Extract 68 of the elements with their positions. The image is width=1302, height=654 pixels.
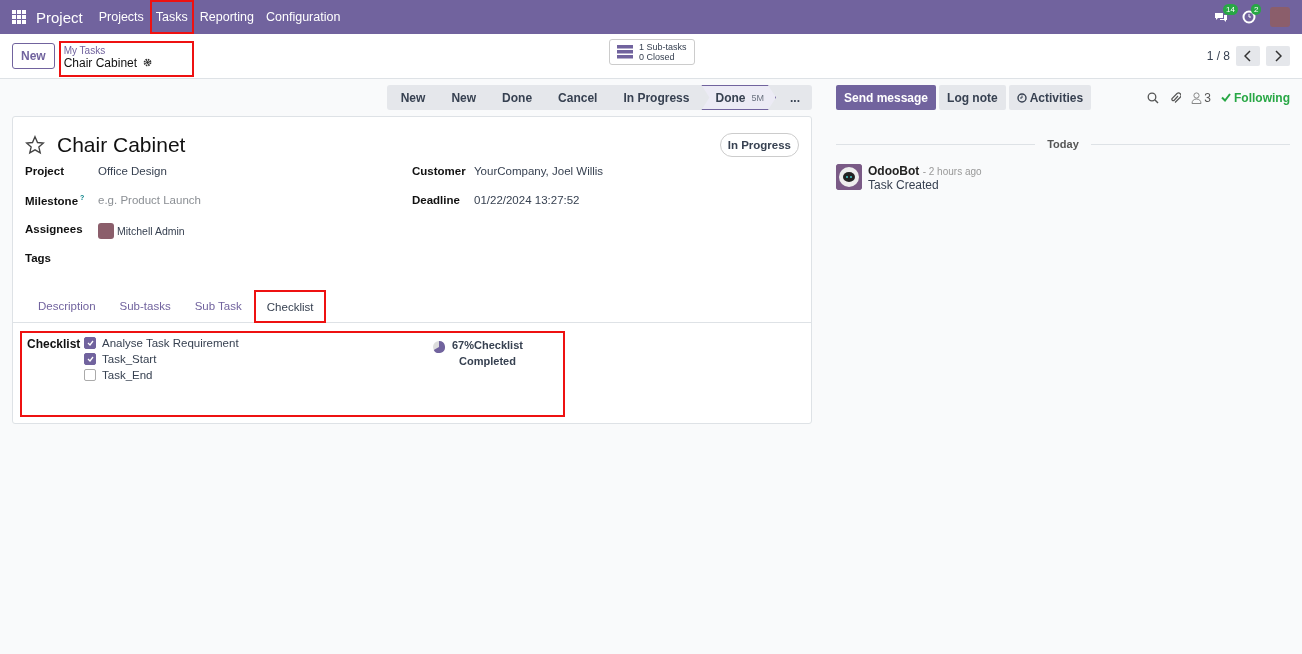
more-stages-button[interactable]: ...: [776, 85, 812, 110]
stage-button[interactable]: New: [386, 85, 438, 110]
stage-button[interactable]: Done: [488, 85, 545, 110]
state-button[interactable]: In Progress: [719, 133, 799, 157]
stage-button[interactable]: New: [437, 85, 489, 110]
checklist-item-label[interactable]: Analyse Task Requirement: [102, 337, 239, 349]
field-value[interactable]: Office Design: [98, 165, 167, 177]
chevron-left-icon: [1244, 50, 1252, 62]
field-label: Assignees: [25, 223, 84, 235]
field-value[interactable]: 01/22/2024 13:27:52: [474, 194, 580, 206]
tab[interactable]: Sub-tasks: [107, 290, 183, 322]
date-separator: Today: [1047, 138, 1079, 150]
next-button[interactable]: [1266, 46, 1290, 66]
count-badge: 2: [1251, 4, 1262, 15]
paperclip-icon[interactable]: [1169, 91, 1182, 104]
progress-pie: [432, 340, 446, 354]
task-title[interactable]: Chair Cabinet: [57, 133, 186, 157]
checklist-item-label[interactable]: Task_End: [102, 369, 153, 381]
message-time: - 2 hours ago: [922, 166, 982, 177]
menu-item[interactable]: Projects: [92, 0, 150, 34]
menu-item[interactable]: Tasks: [149, 0, 194, 34]
star-icon[interactable]: [25, 135, 45, 155]
user-avatar: [98, 223, 114, 239]
apps-menu-icon[interactable]: [12, 10, 26, 24]
new-button[interactable]: New: [12, 43, 55, 69]
followers-button[interactable]: 3: [1191, 90, 1211, 105]
stage-button[interactable]: Done 5M: [701, 85, 776, 110]
menu-item[interactable]: Reporting: [193, 0, 260, 34]
record-title: Chair Cabinet: [63, 55, 138, 70]
stage-button[interactable]: In Progress: [609, 85, 702, 110]
robot-avatar: [836, 164, 862, 190]
chevron-right-icon: [1274, 50, 1282, 62]
message-author[interactable]: OdooBot: [868, 164, 920, 178]
field-label: Project: [25, 165, 65, 177]
field-label: Tags: [25, 252, 52, 264]
field-value[interactable]: YourCompany, Joel Willis: [474, 165, 604, 177]
message-body: Task Created: [868, 178, 940, 192]
field-value[interactable]: Mitchell Admin: [117, 225, 185, 237]
field-label: Customer: [412, 165, 467, 177]
pager-value: 1 / 8: [1206, 49, 1230, 63]
checklist-item-label[interactable]: Task_Start: [102, 353, 157, 365]
app-name[interactable]: Project: [34, 8, 85, 26]
chatter-button[interactable]: Log note: [939, 85, 1006, 110]
tab[interactable]: Checklist: [253, 290, 327, 323]
stage-button[interactable]: Cancel: [544, 85, 610, 110]
breadcrumb-link[interactable]: My Tasks: [63, 44, 153, 56]
clock-icon[interactable]: [1242, 10, 1256, 24]
search-icon[interactable]: [1147, 91, 1160, 104]
checkbox[interactable]: [84, 369, 96, 381]
person-icon: [1191, 91, 1203, 104]
field-label: Checklist: [27, 337, 82, 353]
field-label: Milestone $^{?}$: [25, 194, 86, 207]
clock-icon: [1016, 92, 1027, 103]
field-label: Deadline: [412, 194, 461, 206]
list-icon: [617, 45, 633, 59]
checkbox[interactable]: [84, 353, 96, 365]
subtasks-button[interactable]: 1 Sub-tasks 0 Closed: [609, 39, 695, 65]
check-icon: [1221, 93, 1231, 102]
chatter-button[interactable]: Send message: [836, 85, 937, 110]
messages-icon[interactable]: [1214, 10, 1228, 24]
menu-item[interactable]: Configuration: [260, 0, 347, 34]
previous-button[interactable]: [1236, 46, 1260, 66]
checkbox[interactable]: [84, 337, 96, 349]
count-badge: 14: [1223, 4, 1238, 15]
progress-label: 67%Checklist Completed: [452, 338, 523, 369]
tab[interactable]: Sub Task: [182, 290, 254, 322]
tab[interactable]: Description: [26, 290, 108, 322]
chatter-button[interactable]: Activities: [1008, 85, 1092, 110]
